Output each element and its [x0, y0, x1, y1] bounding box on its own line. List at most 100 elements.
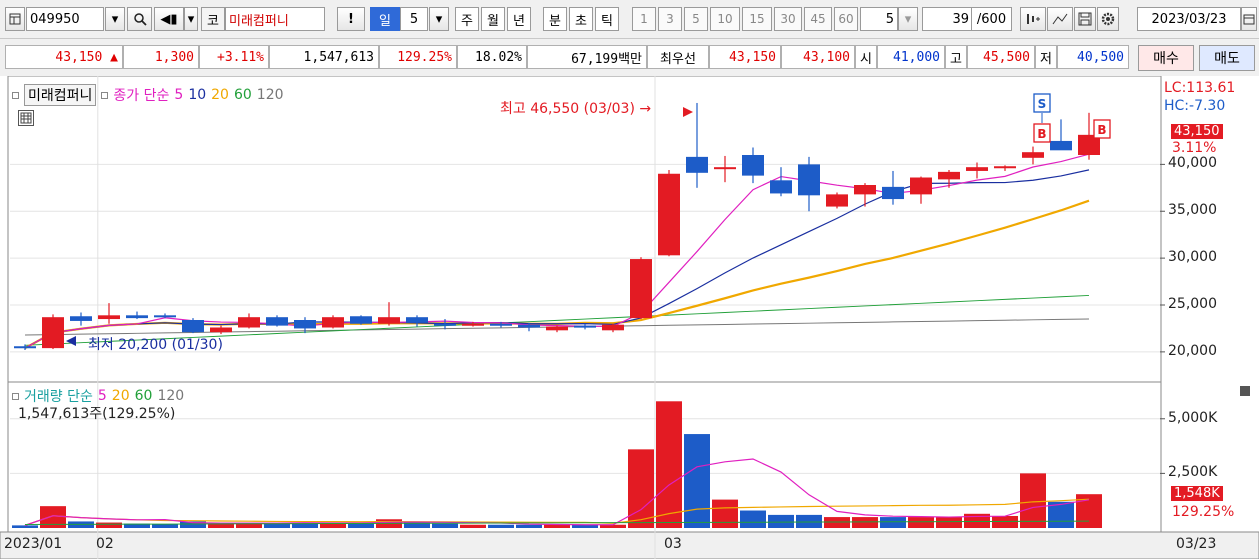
- period-minute-button[interactable]: 분: [543, 7, 567, 31]
- intraday-count-1[interactable]: 1: [632, 7, 656, 31]
- price-tick-label: 35,000: [1168, 202, 1217, 219]
- stock-name-field[interactable]: 미래컴퍼니: [225, 7, 325, 31]
- x-axis-label: 03: [664, 536, 682, 552]
- gear-icon[interactable]: [1097, 7, 1119, 31]
- intraday-count-5[interactable]: 5: [684, 7, 708, 31]
- interval-input[interactable]: 5: [860, 7, 898, 31]
- candle-body: [98, 315, 120, 320]
- add-indicator-icon[interactable]: [1020, 7, 1046, 31]
- volume-bar: [684, 434, 710, 528]
- price-tick-label: 30,000: [1168, 249, 1217, 266]
- volume-bar: [432, 523, 458, 528]
- speaker-dropdown-icon[interactable]: ▾: [184, 7, 198, 31]
- candle-body: [574, 325, 596, 328]
- candle-body: [938, 171, 960, 180]
- candle-body: [182, 320, 204, 333]
- data-total-label: /600: [972, 7, 1012, 31]
- legend-stock-name[interactable]: 미래컴퍼니: [24, 84, 97, 106]
- volume-bar: [628, 449, 654, 528]
- volume-bar: [880, 517, 906, 528]
- alert-button[interactable]: !: [337, 7, 365, 31]
- code-dropdown-icon[interactable]: ▾: [105, 7, 125, 31]
- volume-bar: [264, 523, 290, 528]
- x-axis-label: 03/23: [1176, 536, 1217, 552]
- legend-box-icon: [12, 392, 19, 400]
- price-tick-label: 20,000: [1168, 342, 1217, 359]
- market-badge: 코: [201, 7, 225, 31]
- volume-tick-label: 2,500K: [1168, 464, 1218, 481]
- candle-body: [602, 324, 624, 331]
- current-price: 43,150 ▲: [5, 45, 123, 69]
- volume-bar: [824, 517, 850, 528]
- volume-bar: [656, 401, 682, 528]
- volume-bar: [1020, 473, 1046, 528]
- price-tick-label: 25,000: [1168, 296, 1217, 312]
- panel-close-icon[interactable]: [1240, 386, 1250, 396]
- date-input[interactable]: 2023/03/23: [1137, 7, 1241, 31]
- interval-dropdown-icon[interactable]: ▾: [898, 7, 918, 31]
- sell-button[interactable]: 매도: [1199, 45, 1255, 71]
- period-count-dropdown-icon[interactable]: ▾: [429, 7, 449, 31]
- intraday-count-45[interactable]: 45: [804, 7, 832, 31]
- stock-chart[interactable]: S B B 미래컴퍼니 종가 단순 5 10 20 60 120 최고 46,550…: [0, 76, 1259, 559]
- chart-canvas[interactable]: S B B: [0, 76, 1259, 559]
- last-price-tag: 43,150: [1171, 124, 1223, 139]
- high-price: 45,500: [967, 45, 1035, 69]
- legend-ma120: 120: [256, 87, 284, 103]
- volume-bar: [768, 514, 794, 528]
- open-price: 41,000: [877, 45, 945, 69]
- volume-bar: [516, 524, 542, 528]
- candle-body: [322, 317, 344, 328]
- last-volume-pct-tag: 129.25%: [1172, 504, 1235, 520]
- bid-price: 43,100: [781, 45, 855, 69]
- period-second-button[interactable]: 초: [569, 7, 593, 31]
- buy-signal-label: B: [1037, 127, 1046, 141]
- intraday-count-10[interactable]: 10: [710, 7, 740, 31]
- legend-vma60: 60: [134, 388, 153, 404]
- candle-body: [154, 315, 176, 318]
- lc-label: LC:113.61: [1164, 80, 1236, 96]
- period-year-button[interactable]: 년: [507, 7, 531, 31]
- save-icon[interactable]: [1074, 7, 1096, 31]
- period-count-input[interactable]: 5: [400, 7, 428, 31]
- x-axis-frame: [0, 531, 1259, 559]
- period-month-button[interactable]: 월: [481, 7, 505, 31]
- intraday-count-30[interactable]: 30: [774, 7, 802, 31]
- legend-ma-label[interactable]: 종가 단순: [113, 85, 169, 105]
- stock-name: 미래컴퍼니: [229, 13, 289, 29]
- search-icon[interactable]: [127, 7, 152, 31]
- low-price: 40,500: [1057, 45, 1129, 69]
- best-quote-label: 최우선: [647, 45, 709, 69]
- stock-code-input[interactable]: 049950: [26, 7, 104, 31]
- intraday-count-15[interactable]: 15: [742, 7, 772, 31]
- candle-body: [490, 323, 512, 326]
- volume-bar: [936, 517, 962, 528]
- draw-tool-icon[interactable]: [1047, 7, 1073, 31]
- candle-body: [378, 317, 400, 324]
- volume-bar: [12, 525, 38, 528]
- candle-body: [126, 315, 148, 319]
- buy-button[interactable]: 매수: [1138, 45, 1194, 71]
- candle-body: [742, 155, 764, 176]
- grid-table-icon[interactable]: [18, 110, 34, 126]
- last-pct-tag: 3.11%: [1172, 140, 1217, 156]
- change-arrow-icon: ▲: [110, 49, 118, 65]
- turnover-rate: 18.02%: [457, 45, 527, 69]
- intraday-count-60[interactable]: 60: [834, 7, 858, 31]
- period-week-button[interactable]: 주: [455, 7, 479, 31]
- volume-bar: [152, 524, 178, 528]
- chart-settings-icon[interactable]: [5, 7, 25, 31]
- calendar-icon[interactable]: [1241, 7, 1257, 31]
- volume-bar: [460, 524, 486, 528]
- intraday-count-3[interactable]: 3: [658, 7, 682, 31]
- candle-body: [210, 327, 232, 333]
- speaker-icon[interactable]: ◀▮: [154, 7, 184, 31]
- period-day-button[interactable]: 일: [370, 7, 400, 31]
- candle-body: [714, 167, 736, 170]
- data-count-input[interactable]: 39: [922, 7, 972, 31]
- candle-body: [1050, 140, 1072, 151]
- open-label: 시: [855, 45, 877, 69]
- volume-bar: [852, 517, 878, 528]
- period-tick-button[interactable]: 틱: [595, 7, 619, 31]
- volume-ratio: 129.25%: [379, 45, 457, 69]
